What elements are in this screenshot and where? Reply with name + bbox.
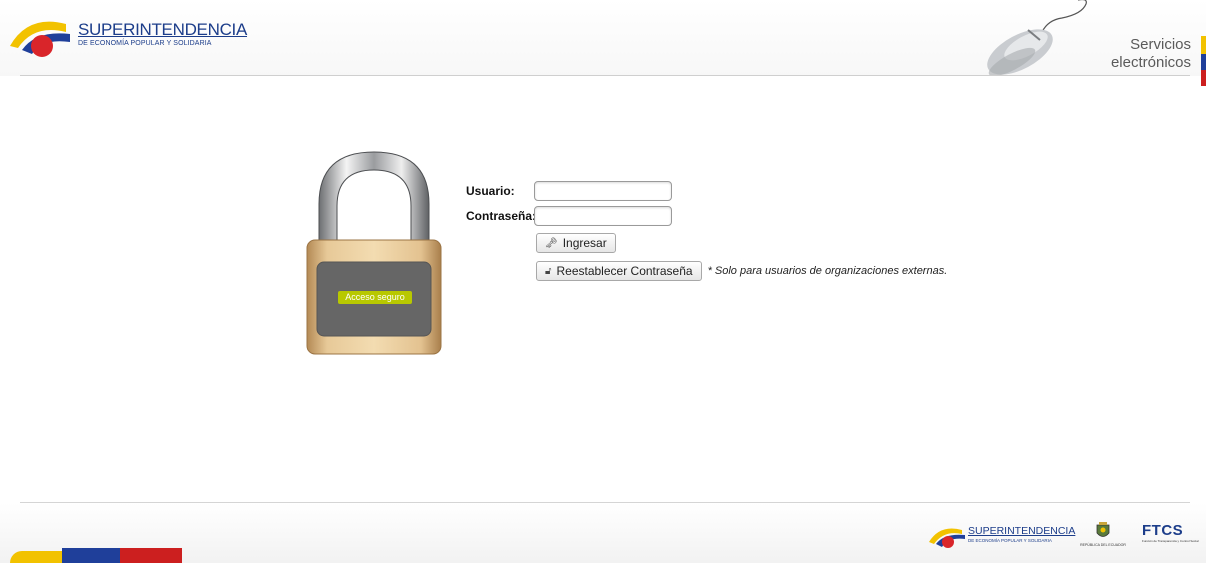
ecuador-seal: REPÚBLICA DEL ECUADOR	[1078, 521, 1128, 549]
seps-logo-emblem	[10, 21, 70, 57]
reset-password-label: Reestablecer Contraseña	[556, 264, 693, 278]
ftcs-title: FTCS	[1142, 522, 1184, 539]
coat-of-arms-icon	[1096, 522, 1110, 537]
flag-strip	[1201, 36, 1206, 86]
brand-subtitle: DE ECONOMÍA POPULAR Y SOLIDARIA	[78, 40, 212, 47]
header-divider	[20, 75, 1190, 76]
password-row: Contraseña:	[466, 206, 672, 226]
flag-red	[120, 548, 182, 563]
services-title: Servicios electrónicos	[1111, 36, 1191, 72]
footer-flag-bar	[0, 548, 182, 563]
services-line-1: Servicios	[1130, 36, 1191, 53]
reset-note: * Solo para usuarios de organizaciones e…	[707, 265, 948, 277]
login-row: 🗝︎ Ingresar	[536, 233, 616, 253]
brand-title: SUPERINTENDENCIA	[78, 20, 248, 39]
unlock-icon: 🔓︎	[545, 265, 552, 277]
footer-seps-emblem	[929, 528, 965, 548]
footer-brand-title: SUPERINTENDENCIA	[968, 525, 1076, 537]
secure-access-badge: Acceso seguro	[338, 291, 412, 304]
mouse-icon	[987, 0, 1087, 76]
user-label: Usuario:	[466, 184, 515, 198]
footer-brand-subtitle: DE ECONOMÍA POPULAR Y SOLIDARIA	[968, 538, 1052, 543]
secure-access-label: Acceso seguro	[345, 292, 405, 302]
reset-row: 🔓︎ Reestablecer Contraseña * Solo para u…	[536, 261, 947, 281]
key-icon: 🗝︎	[545, 237, 558, 249]
flag-yellow	[10, 551, 66, 563]
padlock-illustration: Acceso seguro	[305, 148, 443, 356]
flag-blue	[62, 548, 120, 563]
header: SUPERINTENDENCIA DE ECONOMÍA POPULAR Y S…	[0, 0, 1206, 86]
login-button-label: Ingresar	[562, 236, 607, 250]
reset-password-button[interactable]: 🔓︎ Reestablecer Contraseña	[536, 261, 702, 281]
ftcs-subtitle: Función de Transparencia y Control Socia…	[1142, 539, 1199, 543]
footer-seps-logo: SUPERINTENDENCIA DE ECONOMÍA POPULAR Y S…	[928, 522, 1075, 550]
user-input[interactable]	[534, 181, 672, 201]
password-label: Contraseña:	[466, 209, 537, 223]
ftcs-logo: FTCS Función de Transparencia y Control …	[1142, 522, 1204, 550]
padlock-icon	[306, 151, 442, 355]
password-input[interactable]	[534, 206, 672, 226]
seal-caption: REPÚBLICA DEL ECUADOR	[1080, 543, 1126, 547]
user-row: Usuario:	[466, 181, 672, 201]
login-button[interactable]: 🗝︎ Ingresar	[536, 233, 616, 253]
seps-logo: SUPERINTENDENCIA DE ECONOMÍA POPULAR Y S…	[8, 10, 247, 60]
services-line-2: electrónicos	[1110, 54, 1191, 71]
